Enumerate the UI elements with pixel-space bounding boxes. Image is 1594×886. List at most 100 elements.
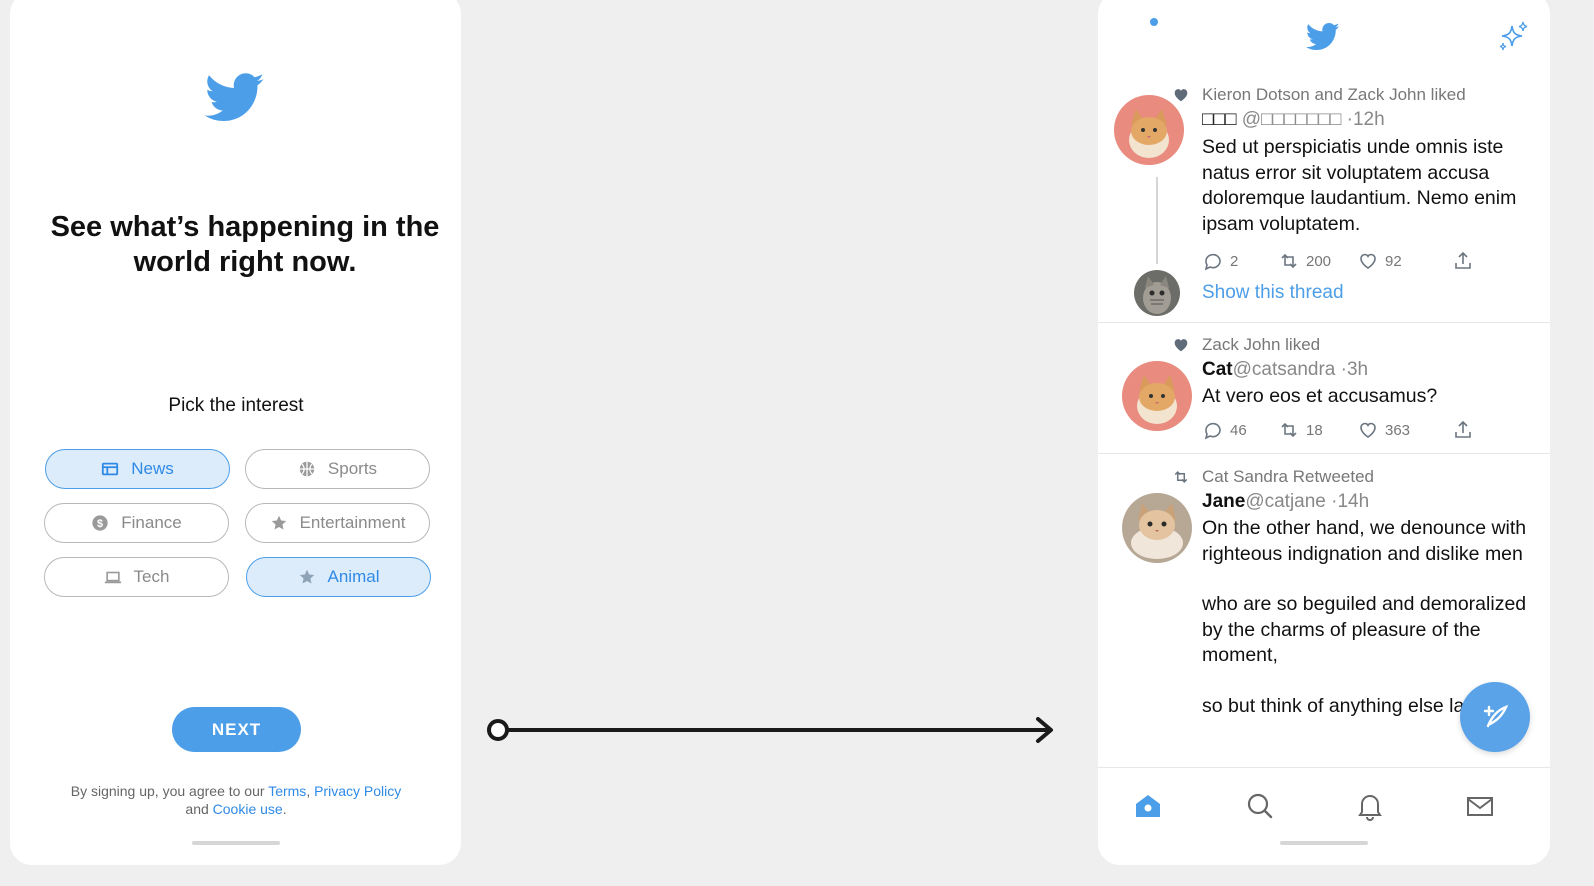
like-count: 92	[1385, 252, 1402, 270]
search-icon[interactable]	[1244, 790, 1276, 822]
tweet-context: Zack John liked	[1202, 335, 1321, 354]
reply-icon	[1204, 253, 1221, 271]
retweet-count: 18	[1306, 421, 1323, 439]
chip-label: Sports	[327, 459, 378, 478]
tweet-meta: □□□ @□□□□□□□ ·12h	[1202, 109, 1385, 131]
privacy-policy-link[interactable]: Privacy Policy	[314, 783, 401, 799]
dollar-icon: $	[92, 515, 108, 531]
tweet-time: ·12h	[1346, 109, 1385, 130]
tab-bar-divider	[1098, 767, 1550, 768]
home-indicator	[191, 841, 280, 845]
share-button[interactable]	[1452, 250, 1474, 272]
heart-outline-icon	[1360, 253, 1376, 269]
twitter-logo-icon	[1306, 22, 1340, 51]
tweet-actions: 2 200 92	[1202, 250, 1482, 272]
tweet-text: Sed ut perspiciatis unde omnis iste natu…	[1202, 136, 1517, 235]
svg-text:$: $	[97, 518, 103, 530]
timeline-screen: Kieron Dotson and Zack John liked □□□ @□…	[1098, 0, 1550, 865]
tweet-paragraph: who are so beguiled and demoralized by t…	[1202, 593, 1527, 666]
like-button[interactable]: 363	[1357, 419, 1410, 441]
twitter-logo-icon	[205, 73, 264, 121]
show-thread-link[interactable]: Show this thread	[1202, 282, 1344, 304]
mail-icon[interactable]	[1464, 790, 1496, 822]
chip-label: Finance	[121, 513, 182, 532]
author-name[interactable]: Jane	[1202, 491, 1245, 512]
sparkle-icon[interactable]	[1496, 20, 1530, 54]
share-icon	[1455, 251, 1471, 269]
divider	[1098, 322, 1550, 323]
chip-entertainment[interactable]: Entertainment	[245, 503, 430, 543]
reply-count: 2	[1230, 252, 1239, 270]
like-button[interactable]: 92	[1357, 250, 1402, 272]
avatar[interactable]	[1122, 493, 1192, 563]
retweet-icon	[1281, 422, 1297, 438]
thread-avatar[interactable]	[1134, 270, 1180, 316]
divider	[1098, 453, 1550, 454]
terms-sep: ,	[306, 783, 315, 799]
chip-sports[interactable]: Sports	[245, 449, 430, 489]
avatar[interactable]	[1122, 361, 1192, 431]
terms-text: By signing up, you agree to our Terms, P…	[70, 782, 402, 818]
heart-icon	[1174, 339, 1188, 352]
avatar[interactable]	[1114, 95, 1184, 165]
retweet-icon	[1281, 253, 1297, 269]
tweet-paragraph: On the other hand, we denounce with righ…	[1202, 517, 1527, 565]
chip-label: News	[131, 459, 174, 478]
chip-label: Entertainment	[299, 513, 406, 532]
author-name[interactable]: Cat	[1202, 359, 1233, 380]
tweet-context: Kieron Dotson and Zack John liked	[1202, 85, 1466, 104]
tweet-meta: Jane@catjane ·14h	[1202, 491, 1369, 513]
compose-icon	[1483, 704, 1509, 728]
pick-interest-label: Pick the interest	[168, 395, 304, 416]
tweet-time: ·3h	[1335, 359, 1369, 380]
like-count: 363	[1385, 421, 1411, 439]
tweet-time: ·14h	[1325, 491, 1370, 512]
retweet-button[interactable]: 18	[1278, 419, 1323, 441]
tweet-meta: Cat@catsandra ·3h	[1202, 359, 1368, 381]
news-icon	[102, 462, 119, 476]
retweet-icon	[1174, 471, 1188, 483]
laptop-icon	[104, 571, 121, 584]
heart-icon	[1174, 89, 1188, 102]
reply-icon	[1204, 422, 1221, 440]
reply-count: 46	[1230, 421, 1247, 439]
chip-tech[interactable]: Tech	[44, 557, 229, 597]
compose-tweet-button[interactable]	[1460, 682, 1530, 752]
author-handle[interactable]: @□□□□□□□	[1242, 109, 1342, 130]
chip-news[interactable]: News	[45, 449, 230, 489]
page-title: See what’s happening in the world right …	[50, 211, 440, 278]
onboarding-screen: See what’s happening in the world right …	[10, 0, 461, 865]
retweet-button[interactable]: 200	[1278, 250, 1331, 272]
chip-label: Animal	[327, 567, 380, 586]
chip-finance[interactable]: $ Finance	[44, 503, 229, 543]
terms-link[interactable]: Terms	[268, 783, 306, 799]
next-button[interactable]: NEXT	[172, 707, 301, 752]
home-icon[interactable]	[1132, 790, 1164, 822]
basketball-icon	[299, 461, 315, 477]
star-icon	[299, 569, 314, 584]
share-icon	[1455, 420, 1471, 438]
reply-button[interactable]: 2	[1202, 250, 1238, 272]
author-handle[interactable]: @catjane	[1245, 491, 1326, 512]
terms-and: and	[185, 801, 213, 817]
retweet-count: 200	[1306, 252, 1332, 270]
author-handle[interactable]: @catsandra	[1233, 359, 1336, 380]
chip-animal[interactable]: Animal	[246, 557, 431, 597]
star-icon	[271, 515, 286, 530]
tweet-actions: 46 18 363	[1202, 419, 1482, 441]
tweet-text: At vero eos et accusamus?	[1202, 385, 1438, 407]
tweet-context: Cat Sandra Retweeted	[1202, 467, 1374, 486]
home-indicator	[1280, 841, 1368, 845]
thread-line	[1156, 177, 1158, 264]
terms-prefix: By signing up, you agree to our	[70, 783, 269, 799]
flow-arrow-icon	[487, 717, 1053, 743]
heart-outline-icon	[1360, 422, 1376, 438]
chip-label: Tech	[133, 567, 170, 586]
author-name[interactable]: □□□	[1202, 109, 1236, 130]
share-button[interactable]	[1452, 419, 1474, 441]
reply-button[interactable]: 46	[1202, 419, 1247, 441]
terms-suffix: .	[282, 801, 287, 817]
bell-icon[interactable]	[1354, 790, 1386, 822]
unread-dot	[1150, 18, 1158, 26]
cookie-use-link[interactable]: Cookie use	[213, 801, 283, 817]
